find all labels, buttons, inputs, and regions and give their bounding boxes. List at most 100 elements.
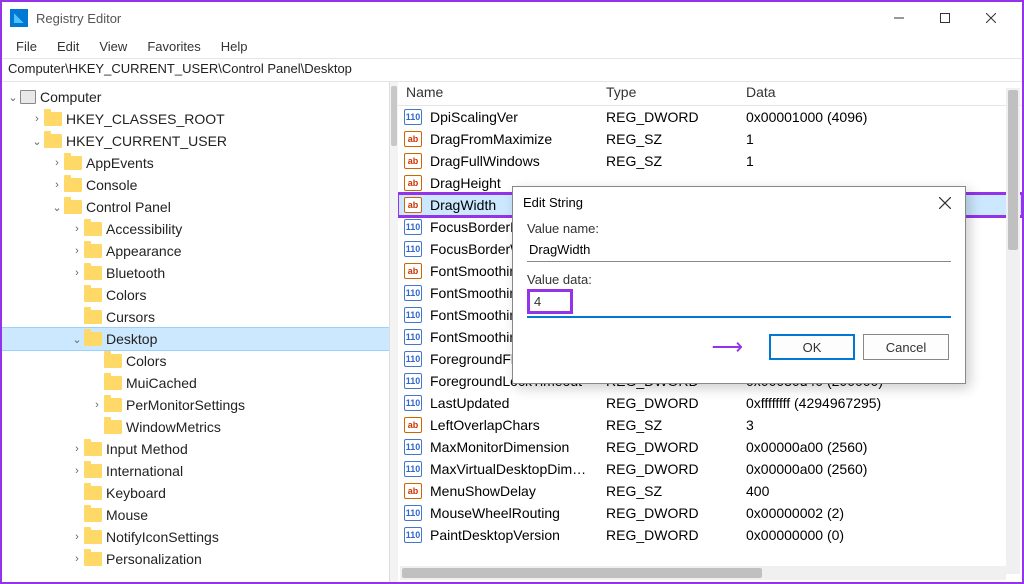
dialog-close-button[interactable] — [931, 193, 959, 213]
folder-icon — [104, 420, 122, 434]
tree-label: MuiCached — [126, 375, 197, 391]
reg-value-icon: ab — [404, 197, 422, 213]
reg-value-icon: ab — [404, 417, 422, 433]
tree-panel[interactable]: ⌄Computer›HKEY_CLASSES_ROOT⌄HKEY_CURRENT… — [2, 82, 390, 582]
folder-icon — [64, 200, 82, 214]
tree-root[interactable]: ⌄Computer — [2, 86, 389, 108]
tree-item[interactable]: ›Input Method — [2, 438, 389, 460]
menu-help[interactable]: Help — [211, 37, 258, 56]
tree-item[interactable]: ›AppEvents — [2, 152, 389, 174]
list-row[interactable]: 110MouseWheelRoutingREG_DWORD0x00000002 … — [398, 502, 1022, 524]
menu-view[interactable]: View — [89, 37, 137, 56]
cell-data: 0x00000a00 (2560) — [738, 461, 1022, 477]
cell-name: DragFromMaximize — [422, 131, 598, 147]
arrow-annotation: ⟶ — [711, 334, 743, 360]
folder-icon — [84, 332, 102, 346]
reg-value-icon: 110 — [404, 395, 422, 411]
tree-label: Bluetooth — [106, 265, 165, 281]
tree-label: Keyboard — [106, 485, 166, 501]
cell-name: MenuShowDelay — [422, 483, 598, 499]
list-row[interactable]: 110LastUpdatedREG_DWORD0xffffffff (42949… — [398, 392, 1022, 414]
tree-item[interactable]: ›NotifyIconSettings — [2, 526, 389, 548]
tree-label: Control Panel — [86, 199, 171, 215]
tree-item[interactable]: ›Personalization — [2, 548, 389, 570]
horizontal-scrollbar[interactable] — [400, 566, 1006, 580]
tree-item[interactable]: Keyboard — [2, 482, 389, 504]
tree-item[interactable]: Colors — [2, 284, 389, 306]
menu-edit[interactable]: Edit — [47, 37, 89, 56]
col-name[interactable]: Name — [398, 82, 598, 105]
tree-item[interactable]: Cursors — [2, 306, 389, 328]
tree-item[interactable]: ⌄Control Panel — [2, 196, 389, 218]
cell-type: REG_DWORD — [598, 505, 738, 521]
tree-item[interactable]: ⌄HKEY_CURRENT_USER — [2, 130, 389, 152]
cell-name: LeftOverlapChars — [422, 417, 598, 433]
cell-name: PaintDesktopVersion — [422, 527, 598, 543]
reg-value-icon: ab — [404, 153, 422, 169]
tree-label: NotifyIconSettings — [106, 529, 219, 545]
menu-favorites[interactable]: Favorites — [137, 37, 210, 56]
list-row[interactable]: abDragFullWindowsREG_SZ1 — [398, 150, 1022, 172]
folder-icon — [84, 530, 102, 544]
tree-label: Desktop — [106, 331, 157, 347]
list-row[interactable]: 110MaxMonitorDimensionREG_DWORD0x00000a0… — [398, 436, 1022, 458]
reg-value-icon: ab — [404, 175, 422, 191]
tree-item[interactable]: ›PerMonitorSettings — [2, 394, 389, 416]
list-row[interactable]: 110DpiScalingVerREG_DWORD0x00001000 (409… — [398, 106, 1022, 128]
list-row[interactable]: 110PaintDesktopVersionREG_DWORD0x0000000… — [398, 524, 1022, 546]
cell-name: DpiScalingVer — [422, 109, 598, 125]
cell-type: REG_SZ — [598, 131, 738, 147]
window-title: Registry Editor — [36, 11, 876, 26]
vertical-scrollbar[interactable] — [1006, 88, 1020, 574]
cell-data: 400 — [738, 483, 1022, 499]
folder-icon — [84, 288, 102, 302]
value-name-field[interactable] — [527, 238, 951, 262]
tree-item[interactable]: ⌄Desktop — [2, 328, 389, 350]
tree-label: International — [106, 463, 183, 479]
list-row[interactable]: 110MaxVirtualDesktopDimen...REG_DWORD0x0… — [398, 458, 1022, 480]
cell-data: 0x00000002 (2) — [738, 505, 1022, 521]
tree-label: Console — [86, 177, 137, 193]
tree-item[interactable]: ›Appearance — [2, 240, 389, 262]
titlebar: Registry Editor — [2, 2, 1022, 34]
list-row[interactable]: abMenuShowDelayREG_SZ400 — [398, 480, 1022, 502]
col-data[interactable]: Data — [738, 82, 1022, 105]
edit-string-dialog: Edit String Value name: Value data: 4 ⟶ … — [512, 186, 966, 384]
folder-icon — [44, 134, 62, 148]
splitter[interactable] — [390, 82, 398, 582]
folder-icon — [84, 442, 102, 456]
value-data-field[interactable]: 4 — [527, 289, 573, 314]
tree-item[interactable]: Colors — [2, 350, 389, 372]
dialog-title: Edit String — [513, 187, 965, 217]
tree-item[interactable]: ›HKEY_CLASSES_ROOT — [2, 108, 389, 130]
minimize-button[interactable] — [876, 2, 922, 34]
reg-value-icon: 110 — [404, 307, 422, 323]
col-type[interactable]: Type — [598, 82, 738, 105]
tree-label: HKEY_CURRENT_USER — [66, 133, 227, 149]
cell-data: 1 — [738, 153, 1022, 169]
folder-icon — [104, 398, 122, 412]
maximize-button[interactable] — [922, 2, 968, 34]
list-row[interactable]: abLeftOverlapCharsREG_SZ3 — [398, 414, 1022, 436]
cancel-button[interactable]: Cancel — [863, 334, 949, 360]
address-bar[interactable]: Computer\HKEY_CURRENT_USER\Control Panel… — [2, 58, 1022, 82]
list-row[interactable]: abDragFromMaximizeREG_SZ1 — [398, 128, 1022, 150]
ok-button[interactable]: OK — [769, 334, 855, 360]
menu-file[interactable]: File — [6, 37, 47, 56]
tree-item[interactable]: Mouse — [2, 504, 389, 526]
reg-value-icon: ab — [404, 263, 422, 279]
cell-name: MouseWheelRouting — [422, 505, 598, 521]
tree-item[interactable]: ›Accessibility — [2, 218, 389, 240]
tree-item[interactable]: MuiCached — [2, 372, 389, 394]
close-button[interactable] — [968, 2, 1014, 34]
tree-item[interactable]: WindowMetrics — [2, 416, 389, 438]
tree-item[interactable]: ›Console — [2, 174, 389, 196]
tree-item[interactable]: ›International — [2, 460, 389, 482]
folder-icon — [84, 222, 102, 236]
cell-type: REG_SZ — [598, 153, 738, 169]
folder-icon — [44, 112, 62, 126]
cell-data: 0xffffffff (4294967295) — [738, 395, 1022, 411]
folder-icon — [84, 508, 102, 522]
cell-name: LastUpdated — [422, 395, 598, 411]
tree-item[interactable]: ›Bluetooth — [2, 262, 389, 284]
